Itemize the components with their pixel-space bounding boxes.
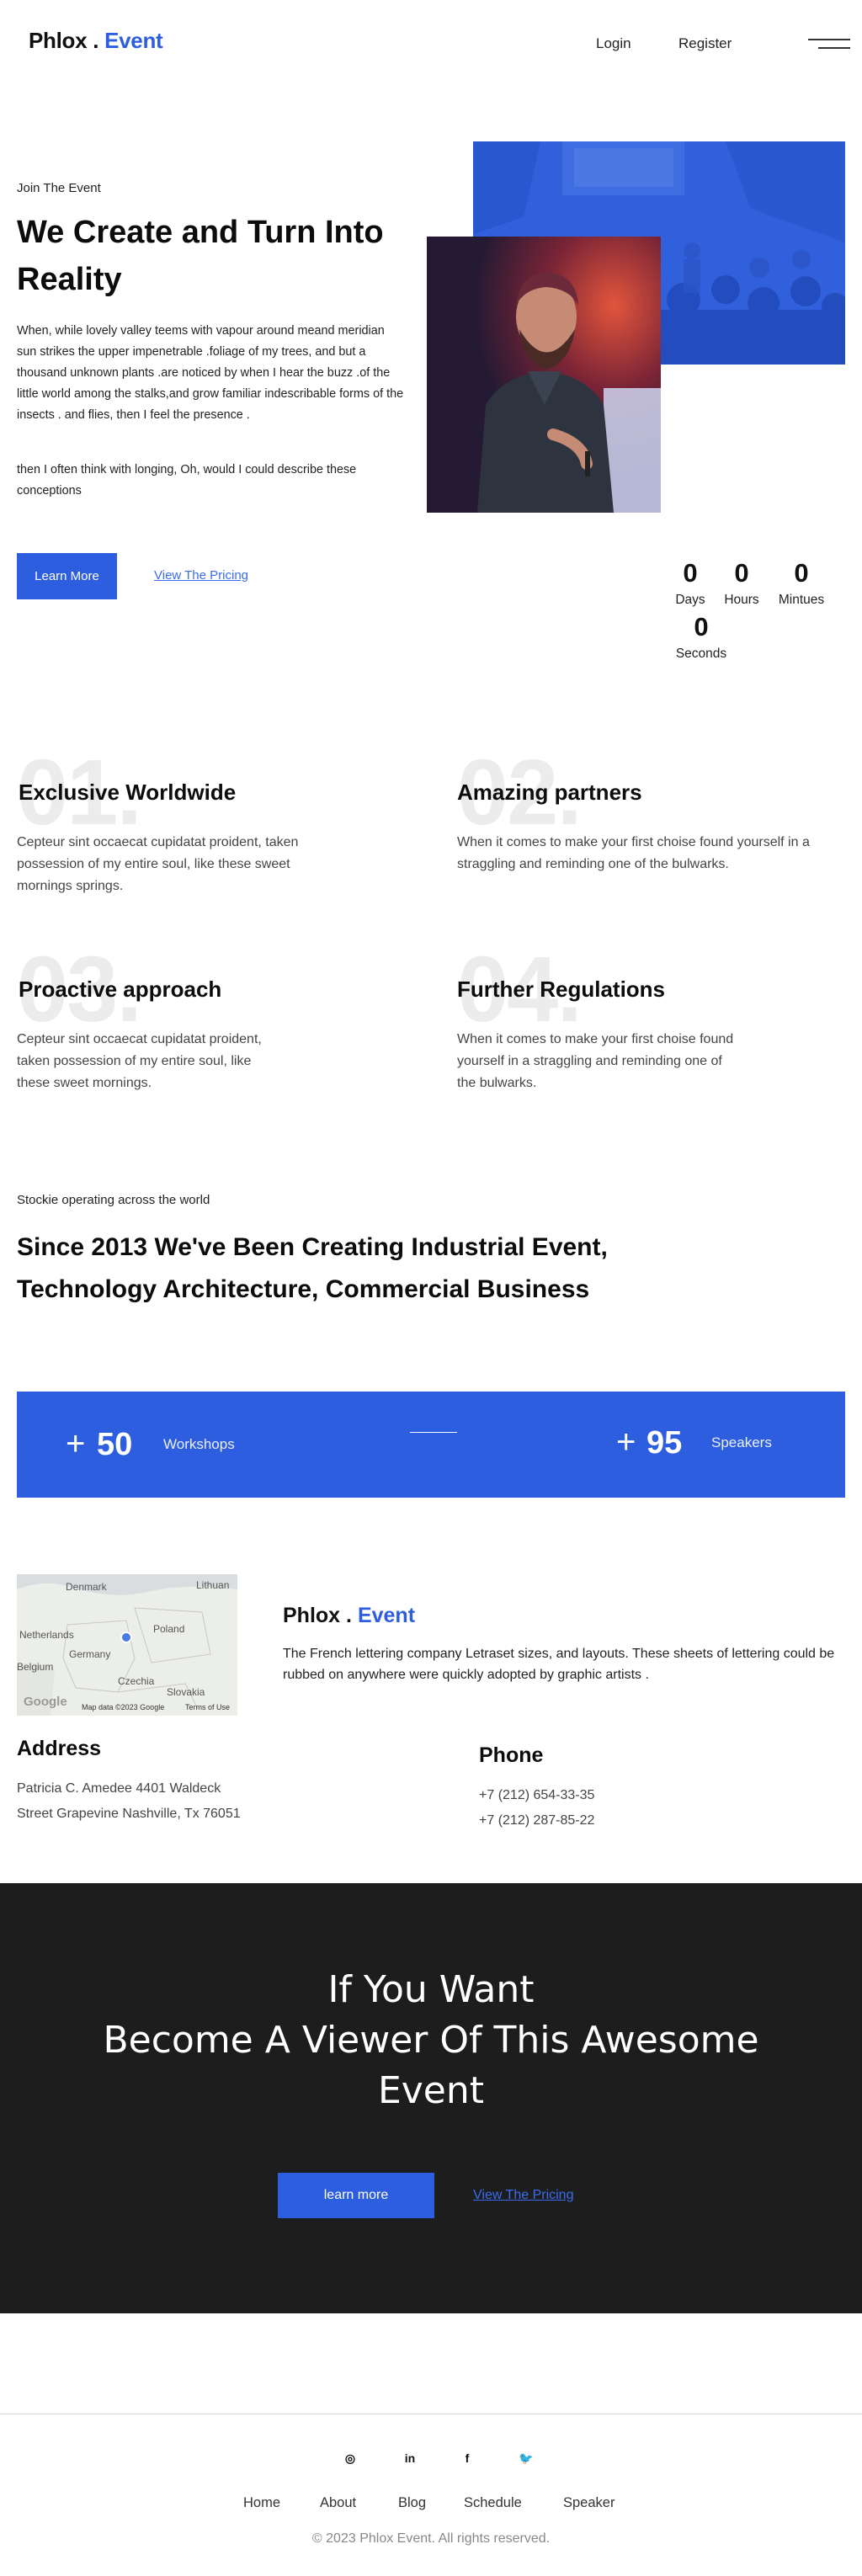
facebook-icon[interactable]: f [457, 2448, 477, 2468]
address-line: Patricia C. Amedee 4401 Waldeck [17, 1781, 221, 1796]
plus-icon: + [616, 1424, 636, 1461]
countdown-minutes-label: Mintues [778, 593, 825, 607]
speakers-count: 95 [646, 1425, 683, 1461]
copyright: © 2023 Phlox Event. All rights reserved. [311, 2531, 551, 2546]
stats-eyebrow: Stockie operating across the world [17, 1193, 210, 1207]
twitter-icon[interactable]: 🐦 [516, 2448, 536, 2468]
workshops-count: 50 [97, 1427, 133, 1462]
contact-description: The French lettering company Letraset si… [283, 1647, 835, 1682]
map-label-poland: Poland [153, 1623, 185, 1635]
brand-accent: Event [357, 1604, 416, 1627]
cta-learn-more-button[interactable]: learn more [278, 2173, 434, 2218]
view-pricing-link[interactable]: View The Pricing [154, 568, 248, 583]
map-label-belgium: Belgium [17, 1661, 54, 1673]
feature-title: Amazing partners [457, 780, 642, 805]
feature-text: Cepteur sint occaecat cupidatat proident… [17, 835, 299, 893]
feature-title: Further Regulations [457, 977, 666, 1002]
cta-title-line2: Become A Viewer Of This Awesome [103, 2019, 759, 2062]
countdown-hours-value: 0 [734, 558, 749, 588]
speaker-photo [427, 237, 661, 513]
feature-text: When it comes to make your first choise … [457, 835, 810, 871]
map-label-lithuania: Lithuan [196, 1579, 230, 1591]
contact-brand: Phlox . Event [283, 1604, 415, 1628]
hero-eyebrow: Join The Event [17, 181, 101, 195]
location-map[interactable]: Denmark Lithuan Netherlands Poland Germa… [17, 1574, 237, 1716]
feature-title: Proactive approach [19, 977, 222, 1002]
menu-icon[interactable] [808, 37, 850, 52]
phone-title: Phone [479, 1743, 544, 1767]
plus-icon: + [66, 1425, 86, 1462]
logo-accent: Event [104, 28, 163, 53]
map-label-slovakia: Slovakia [167, 1686, 205, 1698]
footer-link-about[interactable]: About [320, 2495, 356, 2511]
map-attribution: Map data ©2023 Google [82, 1703, 165, 1711]
countdown-seconds-value: 0 [694, 612, 709, 641]
footer-link-schedule[interactable]: Schedule [464, 2495, 522, 2511]
map-label-netherlands: Netherlands [19, 1629, 74, 1641]
stats-band: + 50 Workshops + 95 Speakers [17, 1392, 845, 1498]
feature-text: When it comes to make your first choise … [457, 1032, 734, 1090]
phone-number[interactable]: +7 (212) 654-33-35 [479, 1783, 594, 1808]
countdown-days-value: 0 [683, 558, 698, 588]
google-logo: Google [24, 1695, 67, 1709]
feature-title: Exclusive Worldwide [19, 780, 237, 805]
footer-link-speaker[interactable]: Speaker [563, 2495, 615, 2511]
cta-title-line1: If You Want [327, 1968, 535, 2011]
brand-dot: . [346, 1604, 352, 1627]
logo-dot: . [93, 28, 99, 53]
logo-main: Phlox [29, 28, 88, 53]
footer-link-blog[interactable]: Blog [398, 2495, 426, 2511]
cta-title-line3: Event [377, 2069, 485, 2112]
phone-number[interactable]: +7 (212) 287-85-22 [479, 1808, 594, 1834]
map-label-czechia: Czechia [118, 1675, 155, 1687]
instagram-icon[interactable]: ◎ [340, 2448, 360, 2468]
hero-paragraph: When, while lovely valley teems with vap… [17, 324, 404, 422]
hero-paragraph-2: then I often think with longing, Oh, wou… [17, 463, 357, 498]
countdown-seconds-label: Seconds [675, 647, 727, 661]
site-logo[interactable]: Phlox . Event [29, 28, 163, 54]
stats-title: Since 2013 We've Been Creating Industria… [17, 1233, 608, 1303]
linkedin-icon[interactable]: in [400, 2448, 420, 2468]
login-link[interactable]: Login [596, 35, 631, 52]
map-label-germany: Germany [69, 1648, 111, 1660]
footer-link-home[interactable]: Home [243, 2495, 280, 2511]
workshops-label: Workshops [163, 1436, 235, 1452]
countdown-minutes-value: 0 [794, 558, 809, 588]
address-title: Address [17, 1737, 102, 1760]
hero-title: We Create and Turn Into Reality [17, 215, 384, 297]
feature-text: Cepteur sint occaecat cupidatat proident… [17, 1032, 262, 1090]
cta-view-pricing-link[interactable]: View The Pricing [473, 2188, 573, 2203]
map-terms-link[interactable]: Terms of Use [185, 1703, 230, 1711]
speakers-label: Speakers [711, 1434, 772, 1450]
stats-divider [410, 1432, 457, 1433]
map-label-denmark: Denmark [66, 1581, 107, 1593]
cta-section: If You Want Become A Viewer Of This Awes… [0, 1883, 862, 2313]
countdown-hours-label: Hours [724, 593, 759, 607]
register-link[interactable]: Register [678, 35, 732, 52]
learn-more-button[interactable]: Learn More [17, 553, 117, 599]
address-line: Street Grapevine Nashville, Tx 76051 [17, 1807, 241, 1821]
brand-main: Phlox [283, 1604, 341, 1627]
